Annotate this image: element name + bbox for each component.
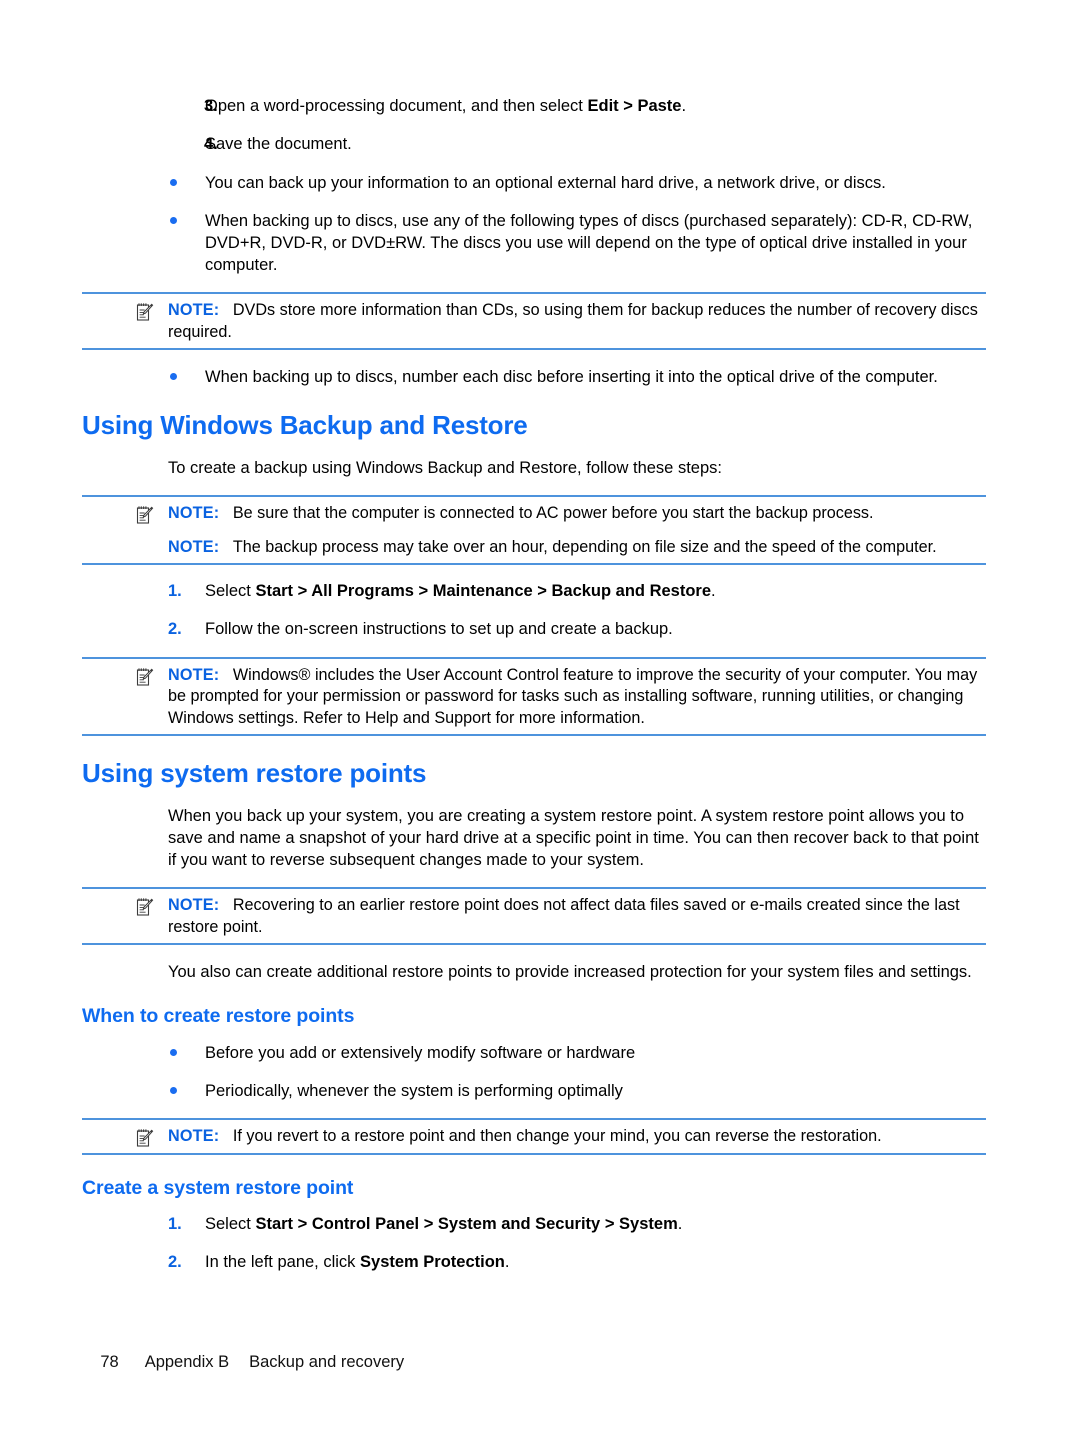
note-text: Be sure that the computer is connected t… xyxy=(232,504,874,523)
list-text: Open a word-processing document, and the… xyxy=(205,97,687,115)
paragraph: When you back up your system, you are cr… xyxy=(168,807,979,870)
list-text: You can back up your information to an o… xyxy=(205,173,886,192)
notepad-pencil-icon xyxy=(136,1128,154,1148)
document-page: 3. Open a word-processing document, and … xyxy=(0,0,1080,1437)
note-label: NOTE: xyxy=(168,537,220,556)
list-item: 1. Select Start > Control Panel > System… xyxy=(82,1214,988,1236)
bullet-icon xyxy=(170,1049,177,1057)
note-text: Windows® includes the User Account Contr… xyxy=(168,665,978,727)
note-paragraph: NOTE: Windows® includes the User Account… xyxy=(82,665,986,729)
page-footer: 78 Appendix B Backup and recovery xyxy=(82,1334,404,1391)
note-box: NOTE: If you revert to a restore point a… xyxy=(82,1118,986,1155)
section-heading: Using system restore points xyxy=(82,758,427,789)
inline-bold: System Protection xyxy=(360,1252,505,1271)
bullet-icon xyxy=(170,373,177,381)
note-box: NOTE: DVDs store more information than C… xyxy=(82,292,986,351)
notepad-pencil-icon xyxy=(136,302,154,322)
footer-page-number: 78 xyxy=(100,1353,119,1371)
note-paragraph: NOTE: The backup process may take over a… xyxy=(82,537,986,558)
list-item: Before you add or extensively modify sof… xyxy=(82,1042,988,1064)
list-number: 2. xyxy=(168,1252,182,1271)
note-label: NOTE: xyxy=(168,1127,220,1146)
notepad-pencil-icon xyxy=(136,667,154,687)
list-item: When backing up to discs, use any of the… xyxy=(82,210,988,276)
list-text: Before you add or extensively modify sof… xyxy=(205,1044,636,1063)
page-content: 3. Open a word-processing document, and … xyxy=(82,96,988,1290)
list-text: When backing up to discs, use any of the… xyxy=(205,211,973,275)
list-text: Select Start > Control Panel > System an… xyxy=(205,1214,683,1233)
note-label: NOTE: xyxy=(168,665,220,684)
list-number: 1. xyxy=(168,582,182,601)
inline-bold: Start > All Programs > Maintenance > Bac… xyxy=(255,582,712,601)
note-text: Recovering to an earlier restore point d… xyxy=(168,896,960,936)
notepad-pencil-icon xyxy=(136,505,154,525)
notepad-pencil-icon xyxy=(136,897,154,917)
list-number: 1. xyxy=(168,1214,182,1233)
ordered-list-create: 1. Select Start > Control Panel > System… xyxy=(82,1214,988,1274)
note-label: NOTE: xyxy=(168,896,220,915)
note-box: NOTE: Windows® includes the User Account… xyxy=(82,656,986,737)
section-heading: Using Windows Backup and Restore xyxy=(82,410,528,441)
bullet-icon xyxy=(170,178,177,186)
bullet-icon xyxy=(170,1087,177,1095)
bullet-icon xyxy=(170,216,177,224)
note-label: NOTE: xyxy=(168,301,220,320)
list-item: 4. Save the document. xyxy=(82,134,988,156)
list-item: 3. Open a word-processing document, and … xyxy=(82,96,988,118)
ordered-list-backup: 1. Select Start > All Programs > Mainten… xyxy=(82,581,988,641)
list-text: Select Start > All Programs > Maintenanc… xyxy=(205,582,716,601)
note-paragraph: NOTE: DVDs store more information than C… xyxy=(82,300,986,343)
list-item: 2. In the left pane, click System Protec… xyxy=(82,1252,988,1274)
note-paragraph: NOTE: Be sure that the computer is conne… xyxy=(82,503,986,524)
list-number: 3. xyxy=(204,97,218,115)
footer-appendix: Appendix B xyxy=(144,1353,230,1371)
ordered-list-top: 3. Open a word-processing document, and … xyxy=(82,96,988,156)
list-text: In the left pane, click System Protectio… xyxy=(205,1252,510,1271)
list-text: Follow the on-screen instructions to set… xyxy=(205,619,673,638)
list-item: 2. Follow the on-screen instructions to … xyxy=(82,619,988,641)
list-text: When backing up to discs, number each di… xyxy=(205,368,938,387)
footer-title: Backup and recovery xyxy=(249,1353,405,1371)
list-item: Periodically, whenever the system is per… xyxy=(82,1080,988,1102)
subsection-heading: When to create restore points xyxy=(82,1005,355,1028)
note-text: The backup process may take over an hour… xyxy=(232,537,937,556)
note-paragraph: NOTE: If you revert to a restore point a… xyxy=(82,1126,986,1147)
list-item: When backing up to discs, number each di… xyxy=(82,366,988,388)
note-box: NOTE: Recovering to an earlier restore p… xyxy=(82,887,986,946)
inline-bold: Edit > Paste xyxy=(587,97,682,115)
note-box: NOTE: Be sure that the computer is conne… xyxy=(82,495,986,566)
note-paragraph: NOTE: Recovering to an earlier restore p… xyxy=(82,895,986,938)
paragraph: You also can create additional restore p… xyxy=(168,963,972,982)
paragraph: To create a backup using Windows Backup … xyxy=(168,459,722,478)
list-text: Periodically, whenever the system is per… xyxy=(205,1082,623,1101)
list-item: You can back up your information to an o… xyxy=(82,172,988,194)
list-number: 4. xyxy=(204,134,218,153)
subsection-heading: Create a system restore point xyxy=(82,1176,354,1199)
note-text: If you revert to a restore point and the… xyxy=(232,1127,882,1146)
list-item: 1. Select Start > All Programs > Mainten… xyxy=(82,581,988,603)
list-number: 2. xyxy=(168,619,182,638)
note-label: NOTE: xyxy=(168,504,220,523)
inline-bold: Start > Control Panel > System and Secur… xyxy=(255,1214,678,1233)
note-text: DVDs store more information than CDs, so… xyxy=(168,301,978,341)
